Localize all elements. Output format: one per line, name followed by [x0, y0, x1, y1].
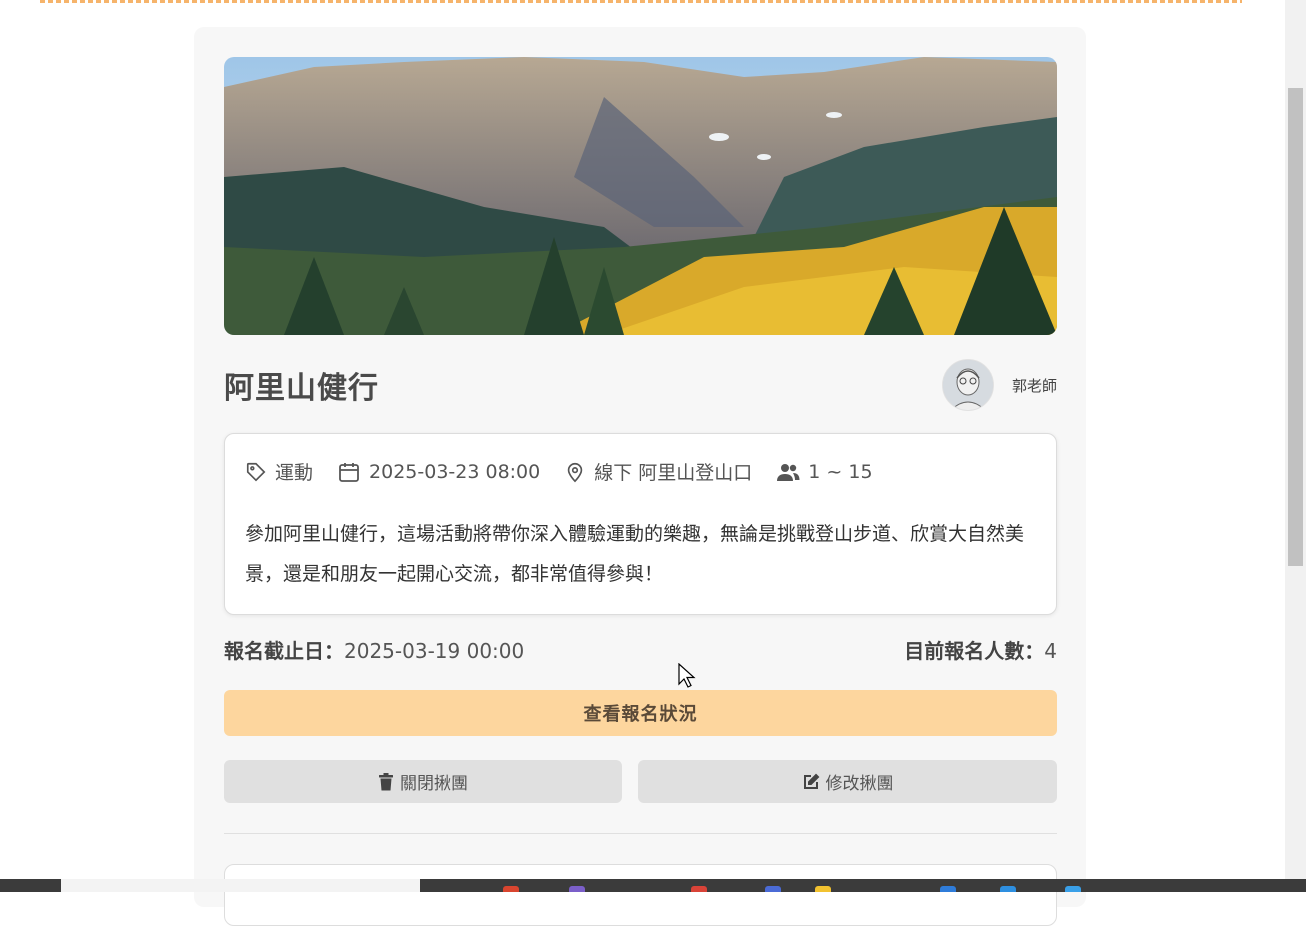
taskbar-app-icon[interactable]: [503, 886, 519, 892]
taskbar-app-icon[interactable]: [815, 886, 831, 892]
users-icon: [777, 463, 800, 481]
taskbar-app-icon[interactable]: [691, 886, 707, 892]
taskbar-app-icon[interactable]: [1065, 886, 1081, 892]
registration-deadline: 報名截止日：2025-03-19 00:00: [224, 635, 524, 664]
edit-group-label: 修改揪團: [825, 774, 894, 794]
count-value: 4: [1044, 639, 1057, 663]
taskbar-app-icon[interactable]: [940, 886, 956, 892]
deadline-label: 報名截止日：: [224, 639, 344, 663]
view-registration-status-button[interactable]: 查看報名狀況: [224, 690, 1057, 736]
registration-count: 目前報名人數：4: [904, 635, 1057, 664]
taskbar-active-window[interactable]: [61, 879, 420, 892]
close-group-label: 關閉揪團: [400, 774, 468, 794]
event-meta-row: 運動 2025-03-23 08:00 線下 阿里山登山口 1 ~ 15: [245, 458, 897, 485]
taskbar-app-icon[interactable]: [569, 886, 585, 892]
header-dashed-border: [40, 0, 1242, 3]
host-name[interactable]: 郭老師: [1012, 375, 1057, 396]
taskbar-app-icon[interactable]: [765, 886, 781, 892]
count-label: 目前報名人數：: [904, 639, 1045, 663]
host-info[interactable]: 郭老師: [941, 359, 1057, 411]
meta-datetime: 2025-03-23 08:00: [337, 460, 540, 484]
event-detail-card: 阿里山健行 郭老師 運動 2025-03-23 08:00 線下 阿里山登山口 …: [194, 27, 1086, 926]
event-title: 阿里山健行: [224, 371, 379, 406]
datetime-label: 2025-03-23 08:00: [369, 460, 541, 483]
host-avatar[interactable]: [941, 359, 994, 411]
close-group-button[interactable]: 關閉揪團: [224, 760, 622, 803]
map-pin-icon: [567, 462, 583, 482]
edit-icon: [803, 773, 819, 789]
meta-category: 運動: [245, 458, 313, 485]
category-label: 運動: [275, 462, 314, 484]
event-description: 參加阿里山健行，這場活動將帶你深入體驗運動的樂趣，無論是挑戰登山步道、欣賞大自然…: [245, 523, 1025, 585]
tag-icon: [246, 462, 266, 481]
trash-icon: [379, 772, 393, 790]
calendar-icon: [339, 462, 359, 482]
event-info-box: 運動 2025-03-23 08:00 線下 阿里山登山口 1 ~ 15 參加阿…: [224, 433, 1057, 615]
meta-location: 線下 阿里山登山口: [564, 458, 752, 485]
deadline-value: 2025-03-19 00:00: [344, 639, 525, 663]
participants-label: 1 ~ 15: [808, 460, 873, 483]
edit-group-button[interactable]: 修改揪團: [638, 760, 1057, 803]
section-divider: [224, 833, 1057, 834]
next-section-card: [224, 864, 1057, 926]
location-label: 線下 阿里山登山口: [594, 462, 753, 484]
meta-participants: 1 ~ 15: [776, 460, 873, 483]
event-cover-image: [224, 57, 1057, 335]
mouse-cursor-icon: [678, 663, 696, 688]
scrollbar-thumb[interactable]: [1288, 88, 1303, 566]
taskbar-app-icon[interactable]: [1000, 886, 1016, 892]
